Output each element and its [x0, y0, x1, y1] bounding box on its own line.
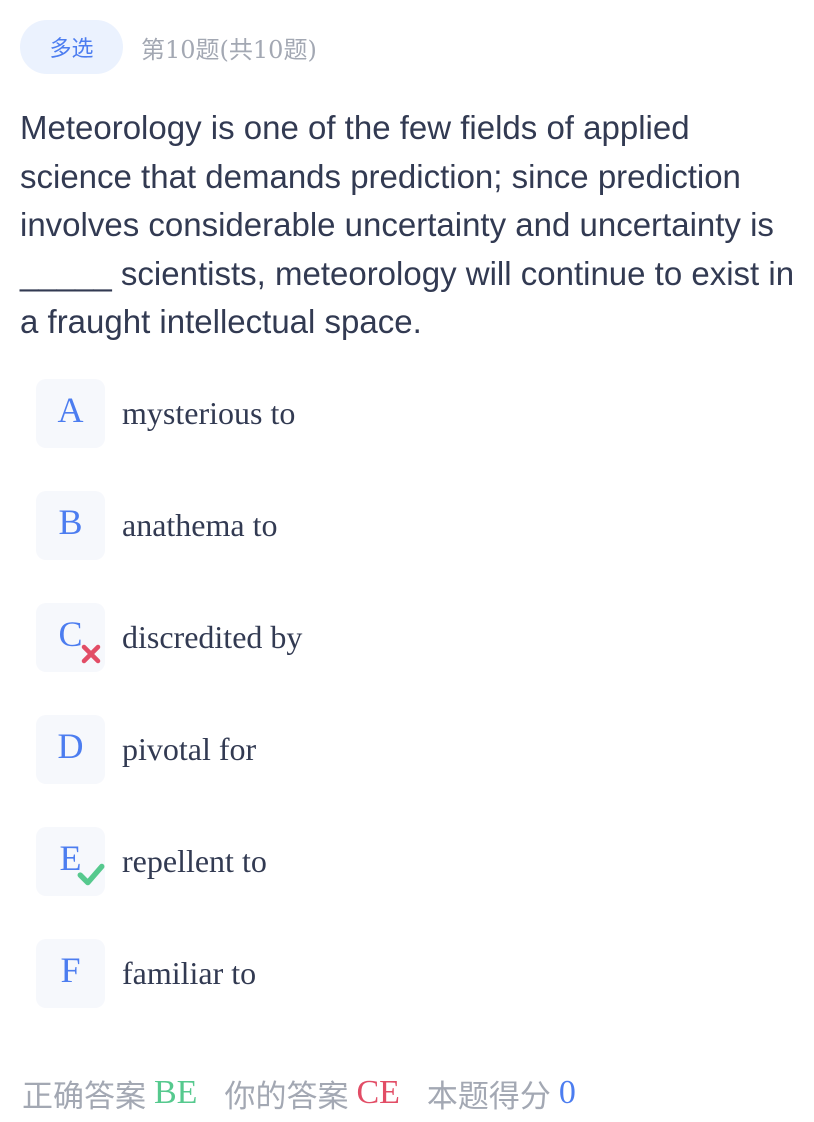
- option-text: mysterious to: [122, 394, 296, 431]
- option-f[interactable]: F familiar to: [36, 938, 796, 1008]
- your-answer-label: 你的答案: [224, 1078, 349, 1115]
- question-header: 多选 第10题(共10题): [20, 20, 317, 74]
- option-text: familiar to: [122, 954, 257, 991]
- option-letter-box: F: [36, 938, 105, 1008]
- option-letter-box: D: [36, 714, 105, 784]
- correct-answer-label: 正确答案: [22, 1078, 146, 1115]
- option-text: discredited by: [122, 618, 303, 655]
- option-d[interactable]: D pivotal for: [36, 714, 796, 784]
- correct-answer-value: BE: [154, 1074, 198, 1111]
- answer-summary: 正确答案 BE 你的答案 CE 本题得分 0: [22, 1070, 576, 1116]
- option-e[interactable]: E repellent to: [36, 826, 796, 896]
- close-icon: [81, 644, 101, 663]
- option-letter-box: E: [36, 826, 105, 896]
- option-letter-box: B: [36, 490, 105, 560]
- option-letter: B: [58, 502, 83, 542]
- question-index: 第10题(共10题): [141, 35, 317, 64]
- option-text: pivotal for: [122, 730, 257, 767]
- question-type-tag: 多选: [20, 20, 123, 74]
- option-letter: F: [60, 950, 81, 990]
- options-list: A mysterious to B anathema to C discredi…: [36, 378, 796, 1050]
- option-letter-box: A: [36, 378, 105, 448]
- option-letter-box: C: [36, 602, 105, 672]
- your-answer-value: CE: [356, 1074, 400, 1111]
- score-label: 本题得分: [426, 1078, 551, 1115]
- option-a[interactable]: A mysterious to: [36, 378, 796, 448]
- option-text: repellent to: [122, 842, 267, 879]
- option-c[interactable]: C discredited by: [36, 602, 796, 672]
- option-letter: D: [57, 726, 84, 766]
- option-letter: A: [57, 390, 84, 430]
- option-b[interactable]: B anathema to: [36, 490, 796, 560]
- score-value: 0: [558, 1074, 576, 1111]
- option-text: anathema to: [122, 506, 278, 543]
- question-text: Meteorology is one of the few fields of …: [20, 109, 795, 340]
- check-icon: [77, 863, 105, 885]
